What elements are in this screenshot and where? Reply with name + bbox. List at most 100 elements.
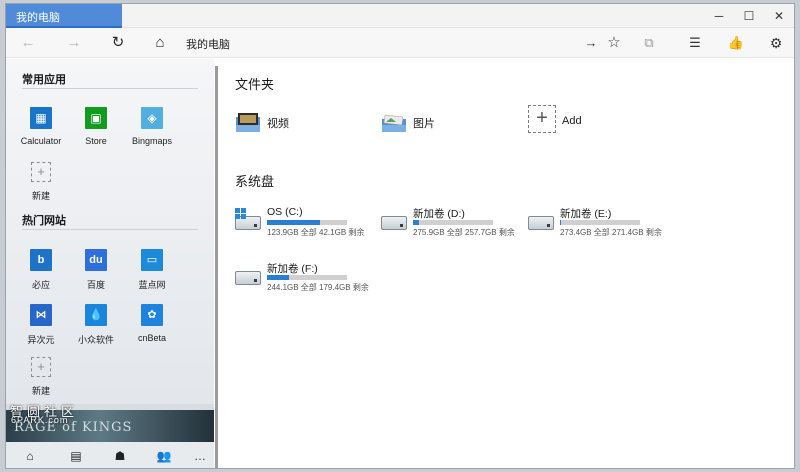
folder-label: 视频 (267, 118, 289, 130)
title-bar: 我的电脑 ─ ☐ ✕ (6, 4, 794, 28)
refresh-icon[interactable]: ↻ (106, 31, 130, 55)
hard-drive-icon (381, 216, 407, 230)
home-icon[interactable]: ⌂ (22, 448, 38, 464)
add-label: Add (562, 115, 582, 127)
app-label: Store (85, 136, 107, 146)
appinn-icon: 💧 (85, 304, 107, 326)
app-tile-store[interactable]: ▣ Store (68, 107, 124, 146)
go-arrow-icon[interactable]: → (582, 34, 600, 52)
common-apps-title: 常用应用 (22, 74, 66, 86)
site-tile-baidu[interactable]: du 百度 (68, 249, 124, 291)
maximize-button[interactable]: ☐ (734, 4, 764, 28)
new-app-button[interactable]: + 新建 (13, 162, 69, 202)
new-site-button[interactable]: + 新建 (13, 357, 69, 397)
rss-icon[interactable]: ▤ (68, 448, 84, 464)
settings-gear-icon[interactable]: ⚙ (767, 34, 785, 52)
store-icon: ▣ (85, 107, 107, 129)
hard-drive-icon (235, 271, 261, 285)
divider (22, 88, 198, 89)
folders-title: 文件夹 (235, 77, 275, 92)
app-label: Bingmaps (131, 136, 173, 146)
site-label: cnBeta (137, 333, 167, 343)
drive-usage-fill (560, 220, 561, 225)
site-label: 异次元 (27, 335, 55, 345)
drive-light (400, 224, 403, 227)
app-window: 我的电脑 ─ ☐ ✕ ← → ↻ ⌂ 我的电脑 → ☆ ⧉ ☰ 👍 ⚙ 常用应用… (5, 3, 795, 469)
drive-name: 新加卷 (F:) (267, 263, 318, 275)
sidebar-scrollbar[interactable] (215, 66, 218, 468)
drive-item[interactable]: 新加卷 (E:) 273.4GB 全部 271.4GB 剩余 (528, 208, 663, 240)
site-label: 蓝点网 (138, 280, 166, 290)
site-label: 小众软件 (77, 335, 114, 345)
people-icon[interactable]: 👥 (156, 448, 172, 464)
drive-item[interactable]: OS (C:) 123.9GB 全部 42.1GB 剩余 (235, 206, 370, 240)
drive-name: 新加卷 (D:) (413, 208, 465, 220)
drive-capacity: 273.4GB 全部 271.4GB 剩余 (560, 228, 662, 237)
drive-capacity: 275.9GB 全部 257.7GB 剩余 (413, 228, 515, 237)
new-site-label: 新建 (31, 386, 50, 396)
thumbs-up-icon[interactable]: 👍 (727, 34, 745, 52)
drive-capacity: 123.9GB 全部 42.1GB 剩余 (267, 228, 365, 237)
drives-title: 系统盘 (235, 174, 275, 189)
drive-name: OS (C:) (267, 206, 303, 218)
site-tile-appinn[interactable]: 💧 小众软件 (68, 304, 124, 346)
app-label: Calculator (20, 136, 62, 146)
minimize-button[interactable]: ─ (704, 4, 734, 28)
app-tile-maps[interactable]: ◈ Bingmaps (124, 107, 180, 146)
tab-title: 我的电脑 (16, 12, 60, 24)
site-tile-cnbeta[interactable]: ✿ cnBeta (124, 304, 180, 343)
site-label: 百度 (86, 280, 105, 290)
drive-usage-fill (267, 220, 320, 225)
drive-capacity: 244.1GB 全部 179.4GB 剩余 (267, 283, 369, 292)
drive-light (254, 224, 257, 227)
drive-usage-bar (267, 275, 347, 280)
favorite-star-icon[interactable]: ☆ (605, 34, 623, 52)
baidu-icon: du (85, 249, 107, 271)
calculator-icon: ▦ (30, 107, 52, 129)
site-tile-landian[interactable]: ▭ 蓝点网 (124, 249, 180, 291)
back-arrow-icon[interactable]: ← (16, 31, 40, 55)
drive-usage-bar (413, 220, 493, 225)
drive-light (254, 279, 257, 282)
drive-item[interactable]: 新加卷 (D:) 275.9GB 全部 257.7GB 剩余 (381, 208, 516, 240)
address-field[interactable]: 我的电脑 (186, 36, 230, 52)
app-tile-calculator[interactable]: ▦ Calculator (13, 107, 69, 146)
address-bar: ← → ↻ ⌂ 我的电脑 → ☆ ⧉ ☰ 👍 ⚙ (6, 28, 794, 58)
tab-my-computer[interactable]: 我的电脑 (6, 4, 122, 28)
drive-light (547, 224, 550, 227)
add-icon: + (31, 162, 51, 182)
drive-usage-bar (560, 220, 640, 225)
pictures-folder-icon (382, 114, 406, 132)
new-app-label: 新建 (31, 191, 50, 201)
video-folder-icon (236, 113, 260, 132)
drive-name: 新加卷 (E:) (560, 208, 612, 220)
site-tile-iplaysoft[interactable]: ⋈ 异次元 (13, 304, 69, 346)
folder-label: 图片 (413, 118, 435, 130)
home-icon[interactable]: ⌂ (148, 31, 172, 55)
close-button[interactable]: ✕ (764, 4, 794, 28)
landian-icon: ▭ (141, 249, 163, 271)
chat-icon[interactable]: ☗ (112, 448, 128, 464)
add-icon: + (31, 357, 51, 377)
hard-drive-icon (528, 216, 554, 230)
hot-sites-title: 热门网站 (22, 215, 66, 227)
bing-icon: b (30, 249, 52, 271)
drive-usage-fill (267, 275, 289, 280)
share-icon[interactable]: ⧉ (640, 34, 658, 52)
drive-usage-fill (413, 220, 419, 225)
add-icon: + (528, 105, 556, 133)
watermark-url: 6PARK.com (11, 415, 69, 425)
sidebar-bottom-bar: ⌂ ▤ ☗ 👥 … (6, 442, 214, 468)
forward-arrow-icon[interactable]: → (62, 31, 86, 55)
site-label: 必应 (31, 280, 50, 290)
drive-usage-bar (267, 220, 347, 225)
sidebar: 常用应用 ▦ Calculator ▣ Store ◈ Bingmaps + 新建 热门网… (6, 59, 214, 468)
hub-list-icon[interactable]: ☰ (686, 34, 704, 52)
windows-logo-icon (235, 208, 247, 220)
more-icon[interactable]: … (192, 448, 208, 464)
iplaysoft-icon: ⋈ (30, 304, 52, 326)
drive-item[interactable]: 新加卷 (F:) 244.1GB 全部 179.4GB 剩余 (235, 263, 370, 295)
maps-icon: ◈ (141, 107, 163, 129)
divider (22, 229, 198, 230)
site-tile-bing[interactable]: b 必应 (13, 249, 69, 291)
